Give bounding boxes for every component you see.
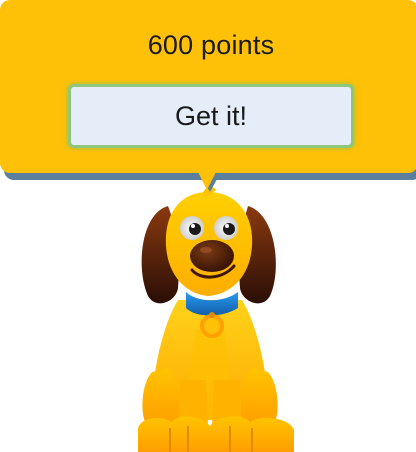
get-it-button[interactable]: Get it! [68,84,354,148]
bubble-tail [196,168,218,190]
reward-popup-scene: 600 points Get it! [0,0,416,452]
points-label: 600 points [147,30,275,60]
